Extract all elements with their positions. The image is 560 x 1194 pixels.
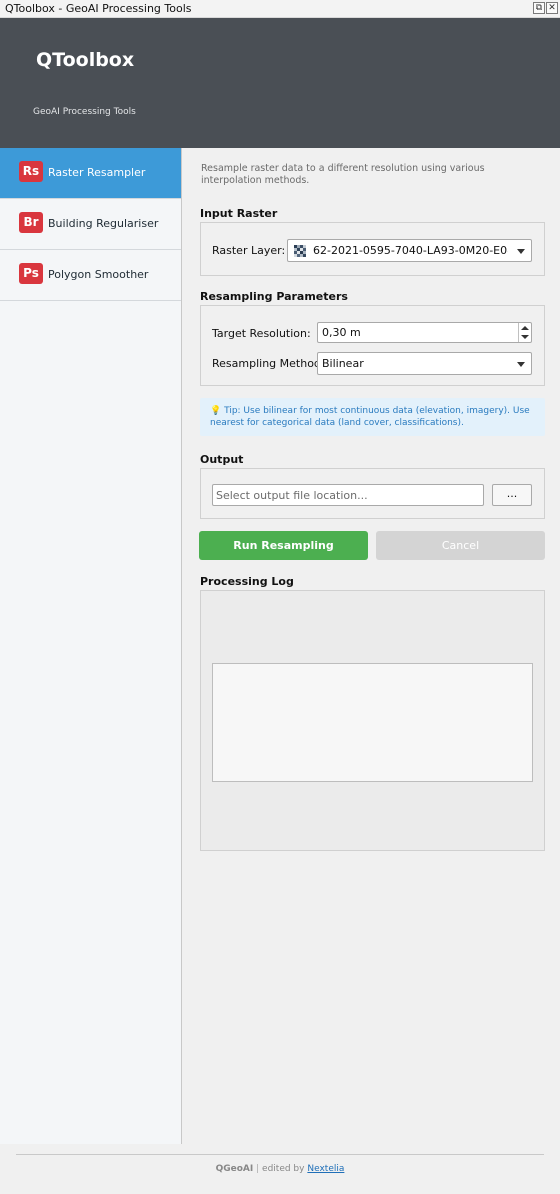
window-titlebar: QToolbox - GeoAI Processing Tools ⧉ ✕ [0,0,560,18]
lightbulb-icon: 💡 [210,406,222,416]
resampling-method-value: Bilinear [322,357,364,370]
tool-description: Resample raster data to a different reso… [201,163,485,186]
processing-log-output[interactable] [212,663,533,782]
footer: QGeoAI | edited by Nextelia [0,1164,560,1174]
resampling-params-title: Resampling Parameters [200,290,348,303]
output-title: Output [200,453,244,466]
browse-button[interactable]: ... [492,484,532,506]
raster-layer-value: 62-2021-0595-7040-LA93-0M20-E080_tui [313,244,508,257]
target-resolution-spinbox[interactable]: 0,30 m [317,322,532,343]
input-raster-title: Input Raster [200,207,278,220]
polygon-smoother-icon: Ps [19,263,43,284]
run-resampling-button[interactable]: Run Resampling [199,531,368,560]
footer-brand: QGeoAI [215,1164,254,1174]
building-regulariser-icon: Br [19,212,43,233]
app-subtitle: GeoAI Processing Tools [33,107,136,117]
footer-divider [16,1154,544,1155]
sidebar-item-polygon-smoother[interactable]: Ps Polygon Smoother [0,250,181,301]
increment-icon[interactable] [521,326,529,330]
footer-separator: | [256,1164,260,1174]
processing-log-title: Processing Log [200,575,294,588]
chevron-down-icon [517,249,525,254]
decrement-icon[interactable] [521,335,529,339]
window-title: QToolbox - GeoAI Processing Tools [5,2,192,15]
output-path-input[interactable] [213,485,483,505]
output-path-field[interactable] [212,484,484,506]
cancel-button[interactable]: Cancel [376,531,545,560]
sidebar-item-label: Polygon Smoother [48,268,149,281]
footer-edited-by: edited by [262,1164,305,1174]
app-title: QToolbox [36,49,135,71]
resampling-method-select[interactable]: Bilinear [317,352,532,375]
chevron-down-icon [517,362,525,367]
sidebar-item-label: Building Regulariser [48,217,159,230]
sidebar-item-label: Raster Resampler [48,166,146,179]
processing-log-group [200,590,545,851]
sidebar: Rs Raster Resampler Br Building Regulari… [0,148,182,1144]
target-resolution-label: Target Resolution: [212,327,311,340]
input-raster-group: Raster Layer: 62-2021-0595-7040-LA93-0M2… [200,222,545,276]
sidebar-item-raster-resampler[interactable]: Rs Raster Resampler [0,148,181,199]
float-icon: ⧉ [535,3,543,13]
raster-layer-select[interactable]: 62-2021-0595-7040-LA93-0M20-E080_tui [287,239,532,262]
raster-layer-icon [294,245,306,257]
spinbox-buttons[interactable] [518,323,531,342]
raster-resampler-icon: Rs [19,161,43,182]
close-icon: ✕ [548,3,556,13]
sidebar-item-building-regulariser[interactable]: Br Building Regulariser [0,199,181,250]
tip-text: Tip: Use bilinear for most continuous da… [210,406,530,428]
tip-box: 💡 Tip: Use bilinear for most continuous … [200,398,545,436]
nextelia-link[interactable]: Nextelia [307,1164,344,1174]
header-banner [0,18,560,148]
target-resolution-value: 0,30 m [322,326,361,339]
raster-layer-label: Raster Layer: [212,244,286,257]
close-window-button[interactable]: ✕ [546,2,558,14]
float-window-button[interactable]: ⧉ [533,2,545,14]
resampling-method-label: Resampling Method: [212,357,325,370]
resampling-params-group: Target Resolution: 0,30 m Resampling Met… [200,305,545,386]
